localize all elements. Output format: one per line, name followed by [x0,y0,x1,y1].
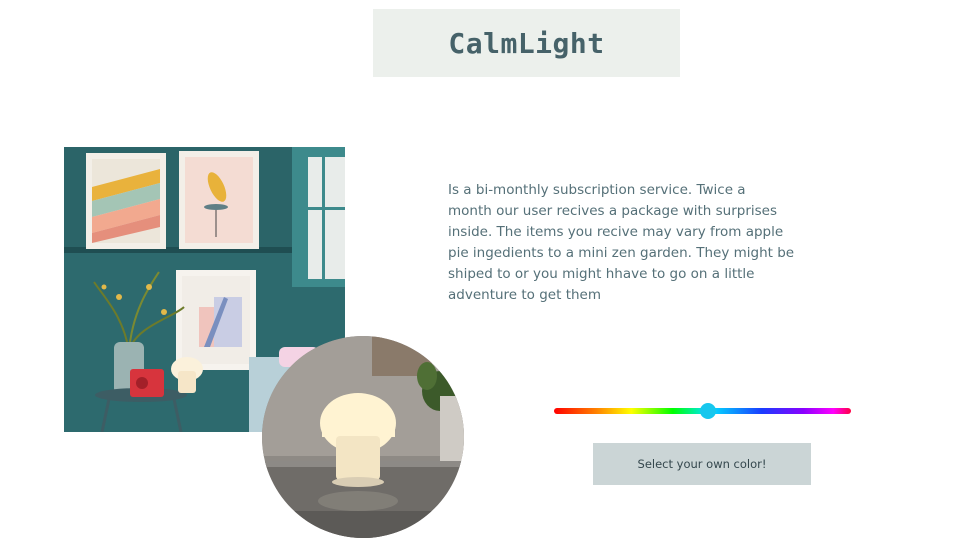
color-slider-thumb[interactable] [700,403,717,419]
logo-box: CalmLight [373,9,680,77]
page: CalmLight Is a bi-monthly subscription s… [0,0,960,540]
select-color-button[interactable]: Select your own color! [593,443,811,485]
logo-text: CalmLight [448,26,605,60]
lamp-photo [262,336,464,538]
color-slider[interactable] [554,403,851,419]
service-description: Is a bi-monthly subscription service. Tw… [448,182,795,303]
